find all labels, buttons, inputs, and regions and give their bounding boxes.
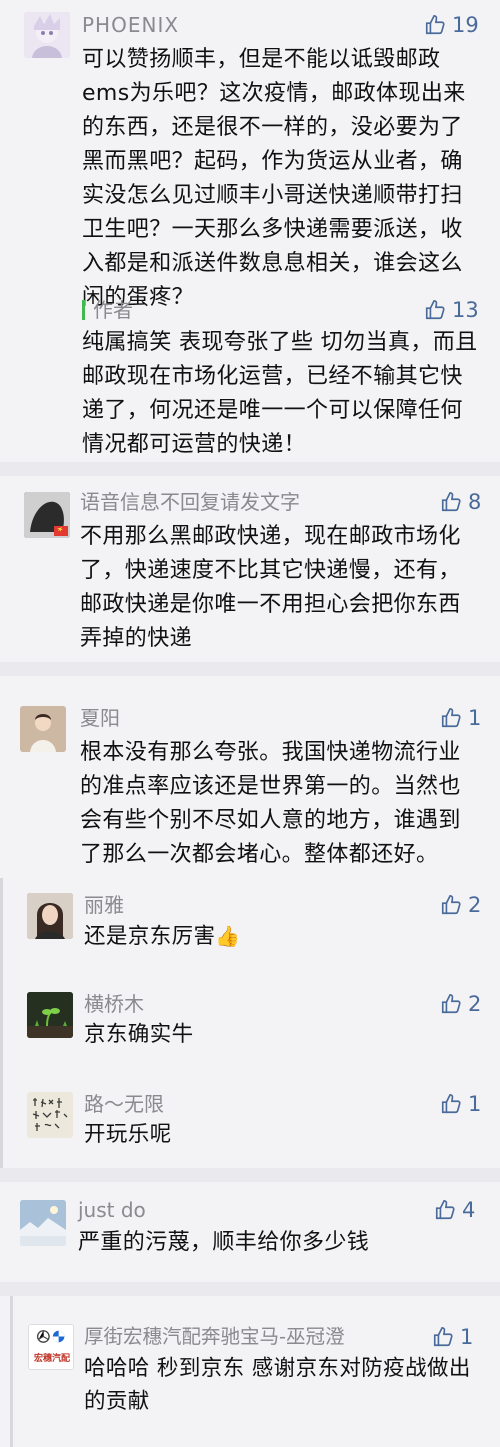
like-count: 2 [468,992,482,1016]
thumbs-up-icon [441,994,461,1014]
thumbs-up-icon [425,15,445,35]
like-button[interactable]: 8 [440,490,481,514]
author-tag: 作者 [82,298,133,322]
comment-username[interactable]: 语音信息不回复请发文字 [80,490,300,514]
thumbs-up-icon [435,1200,455,1220]
avatar[interactable]: 宏穗汽配 [28,1324,74,1370]
reply-username[interactable]: 横桥木 [84,992,144,1016]
avatar[interactable] [20,706,66,752]
reply-username[interactable]: 丽雅 [84,893,124,917]
comment-card: 语音信息不回复请发文字 8 不用那么黑邮政快递，现在邮政市场化了，快递速度不比其… [0,476,500,662]
comment-text: 严重的污蔑，顺丰给你多少钱 [78,1230,370,1255]
comment-card: 宏穗汽配 厚街宏穗汽配奔驰宝马-巫冠澄 1 哈哈哈 秒到京东 感谢京东对防疫战做… [0,1296,500,1447]
comment-card: 夏阳 1 根本没有那么夸张。我国快递物流行业的准点率应该还是世界第一的。当然也会… [0,676,500,1168]
like-count: 8 [468,490,482,514]
avatar[interactable] [24,12,70,58]
comment-card: just do 4 严重的污蔑，顺丰给你多少钱 [0,1182,500,1282]
avatar[interactable] [27,1092,73,1138]
thumbs-up-icon [441,1094,461,1114]
thumbs-up-emoji: 👍 [215,924,241,948]
reply-text: 还是京东厉害👍 [84,920,474,953]
like-count: 13 [452,298,479,322]
comment-text: 可以赞扬顺丰，但是不能以诋毁邮政ems为乐吧？这次疫情，邮政体现出来的东西，还是… [82,47,466,310]
like-button[interactable]: 2 [440,992,481,1016]
like-count: 4 [462,1198,476,1222]
comment-username[interactable]: 夏阳 [80,706,120,730]
comment-card: PHOENIX 19 可以赞扬顺丰，但是不能以诋毁邮政ems为乐吧？这次疫情，邮… [0,0,500,462]
thread-indicator [10,1296,13,1447]
avatar[interactable] [27,893,73,939]
thumbs-up-icon [425,300,445,320]
like-count: 1 [468,1092,482,1116]
comment-username[interactable]: 厚街宏穗汽配奔驰宝马-巫冠澄 [84,1325,345,1349]
reply-text: 纯属搞笑 表现夸张了些 切勿当真，而且邮政现在市场化运营，已经不输其它快递了，何… [82,330,478,457]
thread-indicator [0,878,3,1168]
thumbs-up-icon [441,895,461,915]
comment-username[interactable]: just do [78,1198,146,1222]
like-count: 1 [460,1325,474,1349]
reply-text: 京东确实牛 [84,1022,194,1047]
avatar-logo-text: 宏穗汽配 [33,1354,70,1364]
avatar[interactable] [27,992,73,1038]
avatar[interactable] [20,1200,66,1246]
avatar[interactable] [24,492,70,538]
like-count: 19 [452,13,479,37]
reply-text-content: 还是京东厉害 [84,924,216,949]
like-button[interactable]: 19 [424,13,479,37]
reply-text: 开玩乐呢 [84,1122,172,1147]
like-button[interactable]: 2 [440,893,481,917]
comment-text: 根本没有那么夸张。我国快递物流行业的准点率应该还是世界第一的。当然也会有些个别不… [80,740,461,867]
like-button[interactable]: 4 [434,1198,475,1222]
like-button[interactable]: 1 [432,1325,473,1349]
like-button[interactable]: 13 [424,298,479,322]
author-label: 作者 [93,298,133,322]
thumbs-up-icon [441,708,461,728]
like-count: 2 [468,893,482,917]
author-indicator [82,300,85,320]
like-button[interactable]: 1 [440,706,481,730]
comment-username[interactable]: PHOENIX [82,13,179,37]
comment-text: 哈哈哈 秒到京东 感谢京东对防疫战做出的贡献 [84,1356,471,1414]
thumbs-up-icon [433,1327,453,1347]
like-button[interactable]: 1 [440,1092,481,1116]
comment-text: 不用那么黑邮政快递，现在邮政市场化了，快递速度不比其它快递慢，还有，邮政快递是你… [80,524,461,651]
thumbs-up-icon [441,492,461,512]
like-count: 1 [468,706,482,730]
reply-username[interactable]: 路～无限 [84,1092,164,1116]
